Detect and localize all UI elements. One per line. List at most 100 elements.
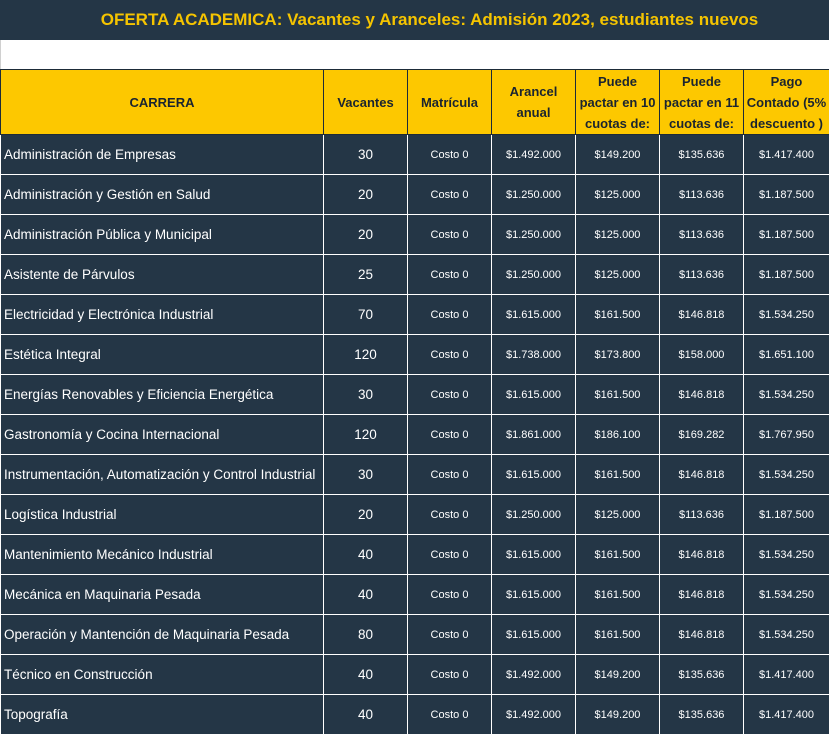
header-carrera: CARRERA [1,70,324,135]
tuition-table: CARRERA Vacantes Matrícula Arancelanual … [0,69,829,735]
cell-contado: $1.534.250 [744,295,829,335]
header-arancel: Arancelanual [492,70,576,135]
cell-cuotas-10: $161.500 [576,575,660,615]
cell-vacantes: 120 [324,415,408,455]
cell-vacantes: 20 [324,215,408,255]
cell-carrera: Administración Pública y Municipal [1,215,324,255]
cell-cuotas-10: $149.200 [576,655,660,695]
cell-matricula: Costo 0 [408,175,492,215]
header-matricula: Matrícula [408,70,492,135]
cell-carrera: Técnico en Construcción [1,655,324,695]
cell-vacantes: 40 [324,655,408,695]
cell-vacantes: 30 [324,455,408,495]
cell-vacantes: 30 [324,135,408,175]
cell-matricula: Costo 0 [408,535,492,575]
table-row: Estética Integral120Costo 0$1.738.000$17… [1,335,829,375]
cell-carrera: Operación y Mantención de Maquinaria Pes… [1,615,324,655]
cell-contado: $1.187.500 [744,215,829,255]
cell-arancel: $1.615.000 [492,295,576,335]
cell-cuotas-10: $161.500 [576,375,660,415]
cell-matricula: Costo 0 [408,135,492,175]
cell-vacantes: 70 [324,295,408,335]
table-row: Topografía40Costo 0$1.492.000$149.200$13… [1,695,829,735]
cell-contado: $1.534.250 [744,455,829,495]
cell-arancel: $1.250.000 [492,255,576,295]
table-row: Administración Pública y Municipal20Cost… [1,215,829,255]
cell-carrera: Mantenimiento Mecánico Industrial [1,535,324,575]
table-row: Asistente de Párvulos25Costo 0$1.250.000… [1,255,829,295]
cell-cuotas-11: $146.818 [660,455,744,495]
cell-matricula: Costo 0 [408,295,492,335]
cell-arancel: $1.492.000 [492,655,576,695]
cell-arancel: $1.615.000 [492,615,576,655]
cell-contado: $1.534.250 [744,615,829,655]
cell-cuotas-11: $135.636 [660,695,744,735]
cell-carrera: Estética Integral [1,335,324,375]
cell-cuotas-11: $146.818 [660,295,744,335]
cell-arancel: $1.615.000 [492,375,576,415]
cell-carrera: Logística Industrial [1,495,324,535]
cell-arancel: $1.861.000 [492,415,576,455]
cell-vacantes: 40 [324,575,408,615]
table-row: Electricidad y Electrónica Industrial70C… [1,295,829,335]
cell-arancel: $1.492.000 [492,135,576,175]
cell-cuotas-11: $135.636 [660,655,744,695]
cell-cuotas-11: $113.636 [660,255,744,295]
cell-cuotas-10: $161.500 [576,535,660,575]
cell-matricula: Costo 0 [408,455,492,495]
cell-arancel: $1.738.000 [492,335,576,375]
cell-contado: $1.767.950 [744,415,829,455]
table-row: Administración y Gestión en Salud20Costo… [1,175,829,215]
cell-matricula: Costo 0 [408,335,492,375]
cell-cuotas-11: $146.818 [660,575,744,615]
cell-cuotas-10: $149.200 [576,135,660,175]
cell-cuotas-10: $125.000 [576,175,660,215]
cell-matricula: Costo 0 [408,615,492,655]
cell-carrera: Asistente de Párvulos [1,255,324,295]
cell-carrera: Gastronomía y Cocina Internacional [1,415,324,455]
cell-vacantes: 20 [324,175,408,215]
cell-matricula: Costo 0 [408,655,492,695]
cell-cuotas-11: $113.636 [660,495,744,535]
cell-carrera: Mecánica en Maquinaria Pesada [1,575,324,615]
cell-cuotas-10: $161.500 [576,615,660,655]
cell-matricula: Costo 0 [408,495,492,535]
cell-contado: $1.187.500 [744,175,829,215]
table-row: Gastronomía y Cocina Internacional120Cos… [1,415,829,455]
cell-cuotas-10: $149.200 [576,695,660,735]
cell-cuotas-10: $125.000 [576,495,660,535]
cell-carrera: Instrumentación, Automatización y Contro… [1,455,324,495]
blank-row [0,40,829,69]
header-row: CARRERA Vacantes Matrícula Arancelanual … [1,70,829,135]
header-contado: PagoContado (5%descuento ) [744,70,829,135]
cell-cuotas-10: $161.500 [576,295,660,335]
header-cuotas-11: Puedepactar en 11cuotas de: [660,70,744,135]
cell-cuotas-11: $113.636 [660,215,744,255]
cell-carrera: Energías Renovables y Eficiencia Energét… [1,375,324,415]
cell-arancel: $1.615.000 [492,455,576,495]
cell-arancel: $1.250.000 [492,215,576,255]
table-row: Administración de Empresas30Costo 0$1.49… [1,135,829,175]
cell-contado: $1.651.100 [744,335,829,375]
cell-cuotas-10: $161.500 [576,455,660,495]
header-vacantes: Vacantes [324,70,408,135]
cell-cuotas-10: $125.000 [576,215,660,255]
cell-contado: $1.417.400 [744,695,829,735]
cell-cuotas-11: $158.000 [660,335,744,375]
cell-vacantes: 40 [324,535,408,575]
cell-contado: $1.417.400 [744,135,829,175]
cell-arancel: $1.250.000 [492,175,576,215]
cell-cuotas-10: $186.100 [576,415,660,455]
cell-matricula: Costo 0 [408,375,492,415]
cell-matricula: Costo 0 [408,415,492,455]
table-row: Mecánica en Maquinaria Pesada40Costo 0$1… [1,575,829,615]
page-title: OFERTA ACADEMICA: Vacantes y Aranceles: … [101,10,759,30]
cell-cuotas-11: $169.282 [660,415,744,455]
cell-contado: $1.534.250 [744,575,829,615]
cell-carrera: Topografía [1,695,324,735]
cell-arancel: $1.615.000 [492,575,576,615]
table-row: Técnico en Construcción40Costo 0$1.492.0… [1,655,829,695]
cell-cuotas-11: $113.636 [660,175,744,215]
cell-cuotas-11: $135.636 [660,135,744,175]
cell-contado: $1.417.400 [744,655,829,695]
